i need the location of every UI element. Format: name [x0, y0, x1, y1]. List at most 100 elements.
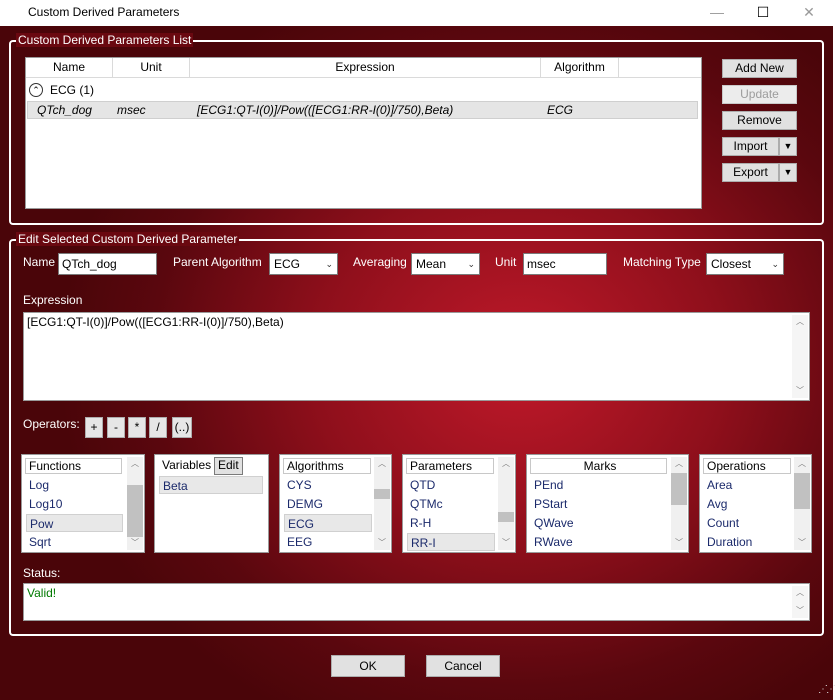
- list-item[interactable]: Duration: [704, 533, 792, 551]
- matching-type-select[interactable]: Closest ⌄: [706, 253, 784, 275]
- scroll-thumb[interactable]: [671, 473, 687, 505]
- maximize-button[interactable]: ☐: [752, 2, 774, 22]
- scroll-down-icon[interactable]: ﹀: [794, 536, 810, 550]
- marks-listbox[interactable]: Marks PEnd PStart QWave RWave ︿ ﹀: [526, 454, 689, 553]
- window-title: Custom Derived Parameters: [28, 5, 180, 19]
- scroll-down-icon[interactable]: ﹀: [127, 536, 143, 550]
- marks-header: Marks: [530, 458, 667, 474]
- marks-scrollbar[interactable]: ︿ ﹀: [671, 457, 687, 550]
- scroll-down-icon[interactable]: ﹀: [498, 536, 514, 550]
- list-item[interactable]: R-H: [407, 514, 495, 532]
- dialog-window: Custom Derived Parameters — ☐ ✕ Custom D…: [0, 0, 839, 700]
- scroll-up-icon[interactable]: ︿: [794, 457, 810, 471]
- list-item[interactable]: Log: [26, 476, 123, 494]
- expression-text: [ECG1:QT-I(0)]/Pow(([ECG1:RR-I(0)]/750),…: [27, 315, 284, 329]
- remove-button[interactable]: Remove: [722, 111, 797, 130]
- list-item-selected[interactable]: Pow: [26, 514, 123, 532]
- list-item-selected[interactable]: RR-I: [407, 533, 495, 551]
- table-row[interactable]: QTch_dog msec [ECG1:QT-I(0)]/Pow(([ECG1:…: [27, 101, 698, 119]
- scroll-up-icon[interactable]: ︿: [498, 457, 514, 471]
- operations-listbox[interactable]: Operations Area Avg Count Duration ︿ ﹀: [699, 454, 812, 553]
- operator-divide-button[interactable]: /: [149, 417, 167, 438]
- scroll-down-icon[interactable]: ﹀: [374, 536, 390, 550]
- variables-edit-button[interactable]: Edit: [214, 457, 243, 475]
- scroll-thumb[interactable]: [794, 473, 810, 509]
- list-item[interactable]: EEG: [284, 533, 372, 551]
- matching-type-label: Matching Type: [623, 255, 701, 269]
- list-item[interactable]: PEnd: [531, 476, 668, 494]
- functions-listbox[interactable]: Functions Log Log10 Pow Sqrt ︿ ﹀: [21, 454, 145, 553]
- list-item[interactable]: PStart: [531, 495, 668, 513]
- cancel-button[interactable]: Cancel: [426, 655, 500, 677]
- parent-algorithm-value: ECG: [274, 257, 301, 271]
- parameters-table[interactable]: Name Unit Expression Algorithm ⌃ ECG (1)…: [25, 57, 702, 209]
- list-item[interactable]: QTMc: [407, 495, 495, 513]
- operator-parentheses-button[interactable]: (..): [172, 417, 192, 438]
- list-item[interactable]: CYS: [284, 476, 372, 494]
- close-button[interactable]: ✕: [798, 2, 820, 22]
- update-button[interactable]: Update: [722, 85, 797, 104]
- ok-button[interactable]: OK: [331, 655, 405, 677]
- parameters-scrollbar[interactable]: ︿ ﹀: [498, 457, 514, 550]
- list-item[interactable]: Count: [704, 514, 792, 532]
- status-textbox: Valid! ︿ ﹀: [23, 583, 810, 621]
- list-item[interactable]: Avg: [704, 495, 792, 513]
- functions-scrollbar[interactable]: ︿ ﹀: [127, 457, 143, 550]
- column-header-name[interactable]: Name: [26, 58, 113, 77]
- scroll-thumb[interactable]: [127, 485, 143, 537]
- import-dropdown-icon[interactable]: ▼: [779, 137, 797, 156]
- name-label: Name: [23, 255, 56, 269]
- column-header-algorithm[interactable]: Algorithm: [541, 58, 619, 77]
- algorithms-scrollbar[interactable]: ︿ ﹀: [374, 457, 390, 550]
- export-dropdown-icon[interactable]: ▼: [779, 163, 797, 182]
- scroll-down-icon[interactable]: ﹀: [792, 384, 808, 398]
- scroll-up-icon[interactable]: ︿: [792, 586, 808, 600]
- scroll-thumb[interactable]: [498, 512, 514, 522]
- scroll-up-icon[interactable]: ︿: [671, 457, 687, 471]
- list-item[interactable]: QWave: [531, 514, 668, 532]
- scroll-up-icon[interactable]: ︿: [374, 457, 390, 471]
- export-button[interactable]: Export: [722, 163, 779, 182]
- resize-grip-icon[interactable]: ⋰⋰: [818, 684, 836, 695]
- name-input[interactable]: QTch_dog: [58, 253, 157, 275]
- column-header-expression[interactable]: Expression: [190, 58, 541, 77]
- expression-scrollbar[interactable]: ︿ ﹀: [792, 315, 808, 398]
- status-scrollbar[interactable]: ︿ ﹀: [792, 586, 808, 618]
- variables-listbox[interactable]: Variables Edit Beta: [154, 454, 269, 553]
- list-item[interactable]: DEMG: [284, 495, 372, 513]
- column-header-unit[interactable]: Unit: [113, 58, 190, 77]
- list-item[interactable]: Log10: [26, 495, 123, 513]
- operations-scrollbar[interactable]: ︿ ﹀: [794, 457, 810, 550]
- functions-header: Functions: [25, 458, 122, 474]
- expression-textarea[interactable]: [ECG1:QT-I(0)]/Pow(([ECG1:RR-I(0)]/750),…: [23, 312, 810, 401]
- list-item[interactable]: RWave: [531, 533, 668, 551]
- algorithms-listbox[interactable]: Algorithms CYS DEMG ECG EEG ︿ ﹀: [279, 454, 392, 553]
- averaging-select[interactable]: Mean ⌄: [411, 253, 480, 275]
- averaging-value: Mean: [416, 257, 447, 271]
- add-new-button[interactable]: Add New: [722, 59, 797, 78]
- operator-multiply-button[interactable]: *: [128, 417, 146, 438]
- operator-plus-button[interactable]: +: [85, 417, 103, 438]
- import-button[interactable]: Import: [722, 137, 779, 156]
- scroll-down-icon[interactable]: ﹀: [792, 604, 808, 618]
- scroll-up-icon[interactable]: ︿: [792, 315, 808, 329]
- list-item[interactable]: QTD: [407, 476, 495, 494]
- list-item-selected[interactable]: ECG: [284, 514, 372, 532]
- minimize-button[interactable]: —: [706, 2, 728, 22]
- scroll-up-icon[interactable]: ︿: [127, 457, 143, 471]
- parameters-header: Parameters: [406, 458, 494, 474]
- row-name: QTch_dog: [37, 103, 92, 117]
- collapse-group-icon[interactable]: ⌃: [29, 83, 43, 97]
- scroll-down-icon[interactable]: ﹀: [671, 536, 687, 550]
- parent-algorithm-select[interactable]: ECG ⌄: [269, 253, 338, 275]
- unit-input[interactable]: msec: [523, 253, 607, 275]
- parameters-listbox[interactable]: Parameters QTD QTMc R-H RR-I ︿ ﹀: [402, 454, 516, 553]
- list-item-selected[interactable]: Beta: [159, 476, 263, 494]
- variables-header: Variables: [162, 458, 212, 472]
- operator-minus-button[interactable]: -: [107, 417, 125, 438]
- list-item[interactable]: Area: [704, 476, 792, 494]
- chevron-down-icon: ⌄: [467, 259, 475, 269]
- edit-group-title: Edit Selected Custom Derived Parameter: [16, 232, 240, 246]
- list-item[interactable]: Sqrt: [26, 533, 123, 551]
- scroll-thumb[interactable]: [374, 489, 390, 499]
